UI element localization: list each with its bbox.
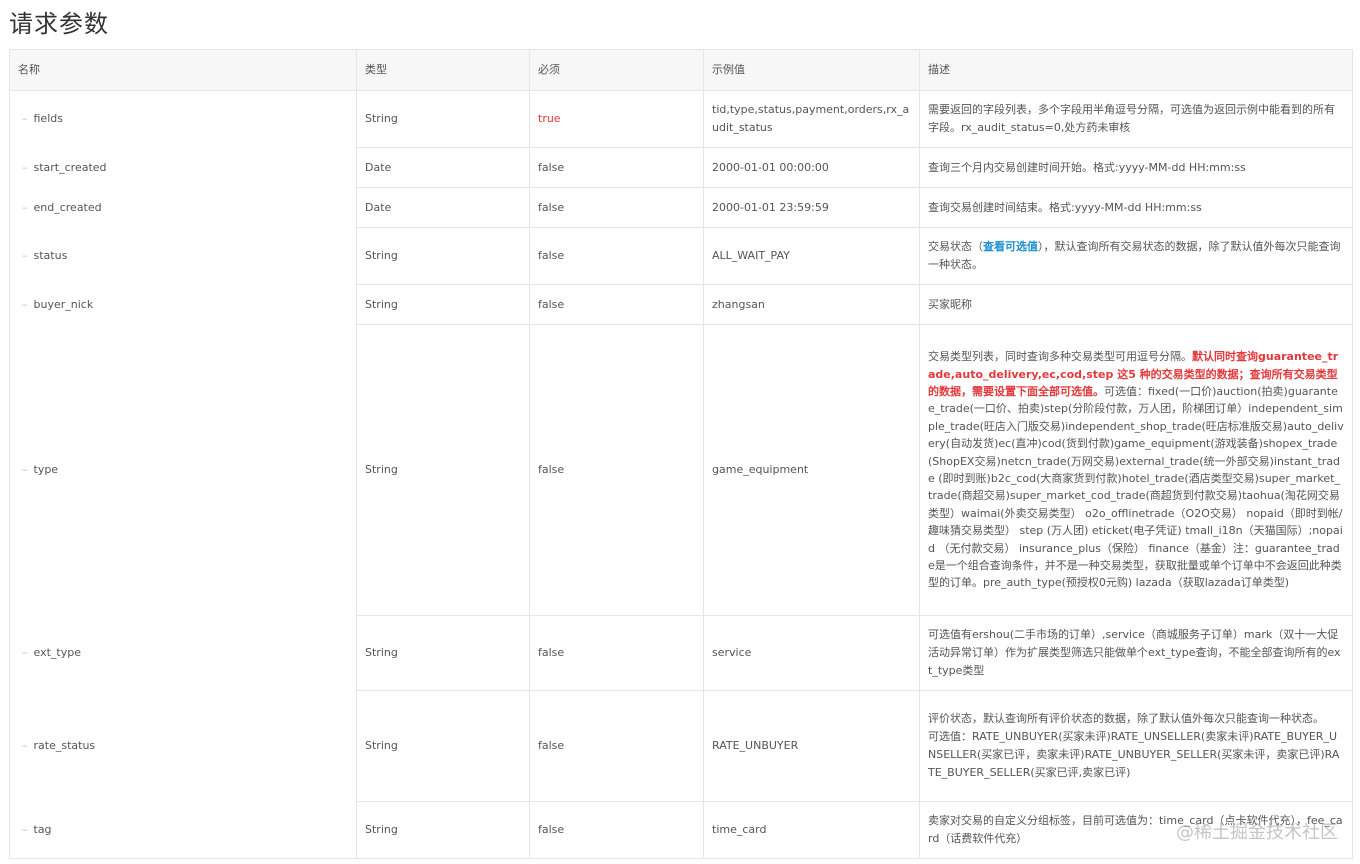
table-row: – rate_status String false RATE_UNBUYER 评… [9, 690, 1353, 802]
tree-dash-icon: – [22, 112, 28, 126]
param-name-text: start_created [33, 160, 107, 174]
param-desc: 评价状态，默认查询所有评价状态的数据，除了默认值外每次只能查询一种状态。可选值：… [919, 690, 1353, 802]
table-row: – status String false ALL_WAIT_PAY 交易状态（查… [9, 227, 1353, 285]
column-header-desc: 描述 [919, 49, 1353, 91]
param-name-text: buyer_nick [33, 297, 94, 311]
param-example: zhangsan [703, 284, 920, 325]
tree-dash-icon: – [22, 646, 28, 659]
table-header-row: 名称 类型 必须 示例值 描述 [9, 49, 1353, 91]
param-name: – fields [9, 90, 357, 148]
tree-dash-icon: – [22, 297, 28, 311]
desc-text: 交易类型列表，同时查询多种交易类型可用逗号分隔。 [928, 350, 1192, 364]
param-desc: 交易类型列表，同时查询多种交易类型可用逗号分隔。默认同时查询guarantee_… [919, 324, 1353, 616]
tree-dash-icon: – [22, 822, 28, 836]
desc-text: 评价状态，默认查询所有评价状态的数据，除了默认值外每次只能查询一种状态。 [928, 712, 1324, 725]
param-name: – end_created [9, 187, 357, 228]
param-example: ALL_WAIT_PAY [703, 227, 920, 285]
table-row: – end_created Date false 2000-01-01 23:59… [9, 187, 1353, 228]
param-required: true [529, 90, 704, 148]
desc-text: 可选值：RATE_UNBUYER(买家未评)RATE_UNSELLER(卖家未评… [928, 730, 1340, 779]
param-required: false [529, 284, 704, 325]
table-row: – tag String false time_card 卖家对交易的自定义分组标… [9, 801, 1353, 859]
param-type: String [356, 90, 530, 148]
param-desc: 买家昵称 [919, 284, 1353, 325]
param-type: String [356, 324, 530, 616]
param-desc: 可选值有ershou(二手市场的订单）,service（商城服务子订单）mark… [919, 615, 1353, 691]
column-header-required: 必须 [529, 49, 704, 91]
param-required: false [529, 227, 704, 285]
param-name-text: status [33, 249, 68, 262]
param-name: – type [9, 324, 357, 616]
param-name: – status [9, 227, 357, 285]
param-example: 2000-01-01 00:00:00 [703, 147, 920, 188]
column-header-type: 类型 [356, 49, 530, 91]
param-type: Date [356, 187, 530, 228]
page-title: 请求参数 [9, 10, 109, 38]
param-name: – buyer_nick [9, 284, 357, 325]
param-name-text: fields [33, 112, 63, 126]
param-example: service [703, 615, 920, 691]
param-desc: 卖家对交易的自定义分组标签，目前可选值为：time_card（点卡软件代充），f… [919, 801, 1353, 859]
param-required: false [529, 801, 704, 859]
table-row: – buyer_nick String false zhangsan 买家昵称 [9, 284, 1353, 325]
tree-dash-icon: – [22, 463, 28, 476]
table-row: – start_created Date false 2000-01-01 00:… [9, 147, 1353, 188]
param-example: 2000-01-01 23:59:59 [703, 187, 920, 228]
tree-dash-icon: – [22, 739, 28, 752]
param-name: – tag [9, 801, 357, 859]
param-name: – rate_status [9, 690, 357, 802]
tree-dash-icon: – [22, 160, 28, 174]
param-type: String [356, 801, 530, 859]
param-desc: 需要返回的字段列表，多个字段用半角逗号分隔，可选值为返回示例中能看到的所有字段。… [919, 90, 1353, 148]
table-row: – type String false game_equipment 交易类型列表… [9, 324, 1353, 616]
param-name-text: end_created [33, 200, 102, 214]
param-name-text: rate_status [33, 739, 96, 752]
param-name: – start_created [9, 147, 357, 188]
param-example: time_card [703, 801, 920, 859]
param-type: String [356, 615, 530, 691]
table-row: – ext_type String false service 可选值有ersho… [9, 615, 1353, 691]
tree-dash-icon: – [22, 249, 28, 262]
param-example: RATE_UNBUYER [703, 690, 920, 802]
param-desc: 交易状态（查看可选值），默认查询所有交易状态的数据，除了默认值外每次只能查询一种… [919, 227, 1353, 285]
param-type: String [356, 227, 530, 285]
param-example: game_equipment [703, 324, 920, 616]
param-desc: 查询交易创建时间结束。格式:yyyy-MM-dd HH:mm:ss [919, 187, 1353, 228]
desc-text: 交易状态（ [928, 240, 983, 253]
request-params-table: 名称 类型 必须 示例值 描述 – fields String true tid,… [9, 49, 1353, 859]
desc-text: 可选值：fixed(一口价)auction(拍卖)guarantee_trade… [928, 384, 1344, 590]
param-name-text: ext_type [33, 646, 81, 659]
param-type: String [356, 690, 530, 802]
param-name-text: type [33, 463, 59, 476]
param-required: false [529, 187, 704, 228]
param-type: String [356, 284, 530, 325]
tree-dash-icon: – [22, 200, 28, 214]
param-required: false [529, 147, 704, 188]
table-row: – fields String true tid,type,status,paym… [9, 90, 1353, 148]
param-required: false [529, 690, 704, 802]
param-name: – ext_type [9, 615, 357, 691]
param-type: Date [356, 147, 530, 188]
column-header-name: 名称 [9, 49, 357, 91]
param-example: tid,type,status,payment,orders,rx_audit_… [703, 90, 920, 148]
param-required: false [529, 615, 704, 691]
param-name-text: tag [33, 822, 52, 836]
column-header-example: 示例值 [703, 49, 920, 91]
view-options-link[interactable]: 查看可选值 [983, 240, 1038, 253]
param-desc: 查询三个月内交易创建时间开始。格式:yyyy-MM-dd HH:mm:ss [919, 147, 1353, 188]
param-required: false [529, 324, 704, 616]
